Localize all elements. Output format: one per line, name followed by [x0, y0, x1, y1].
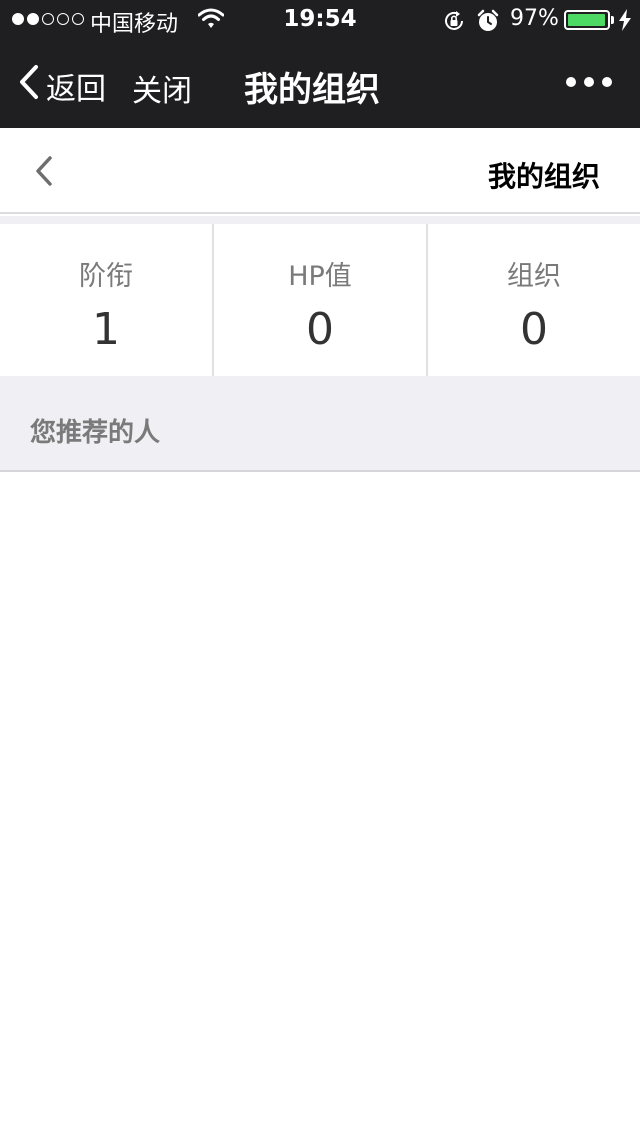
chevron-left-icon — [18, 64, 40, 108]
section-label: 您推荐的人 — [30, 418, 161, 448]
alarm-icon — [476, 9, 500, 39]
stat-label: HP值 — [288, 261, 352, 292]
referrals-list — [0, 472, 640, 1136]
nav-title: 我的组织 — [244, 70, 380, 110]
carrier-name: 中国移动 — [90, 12, 179, 37]
signal-dots-icon — [12, 13, 84, 25]
stats-row: 阶衔 1 HP值 0 组织 0 — [0, 224, 640, 376]
more-dots-icon[interactable] — [566, 77, 612, 87]
back-label: 返回 — [46, 72, 106, 107]
rotation-lock-icon — [442, 9, 466, 39]
charging-icon — [618, 9, 632, 37]
stat-value: 0 — [306, 304, 334, 355]
status-bar: 中国移动 19:54 97% — [0, 0, 640, 40]
page-back-button[interactable] — [30, 154, 56, 192]
referrals-section-header: 您推荐的人 — [0, 376, 640, 472]
battery-level-fill — [568, 14, 605, 26]
stat-organization[interactable]: 组织 0 — [428, 224, 640, 376]
stat-value: 1 — [92, 304, 120, 355]
stat-value: 0 — [520, 304, 548, 355]
stat-label: 阶衔 — [79, 261, 133, 292]
chevron-left-icon — [36, 156, 52, 186]
battery-tip — [611, 16, 614, 24]
page-header: 我的组织 — [0, 128, 640, 214]
page-title: 我的组织 — [487, 160, 600, 193]
nav-bar: 返回 关闭 我的组织 — [0, 40, 640, 128]
battery-icon — [564, 10, 610, 30]
stat-label: 组织 — [507, 261, 561, 292]
close-button[interactable]: 关闭 — [132, 66, 192, 110]
stat-hp[interactable]: HP值 0 — [214, 224, 426, 376]
back-button[interactable]: 返回 — [18, 64, 106, 108]
stat-rank[interactable]: 阶衔 1 — [0, 224, 212, 376]
wifi-icon — [197, 8, 225, 36]
battery-percentage: 97% — [510, 6, 559, 31]
